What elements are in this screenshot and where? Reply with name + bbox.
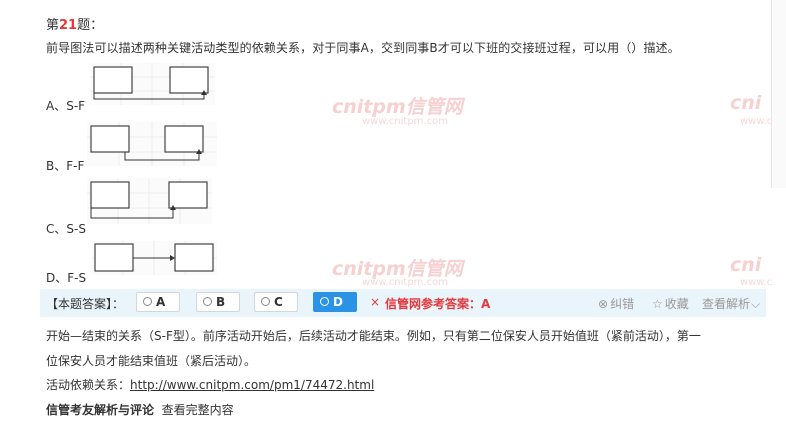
- diagram-ss: [87, 178, 212, 224]
- favorite-label: 收藏: [664, 297, 689, 311]
- related-link-label: 活动依赖关系：: [46, 378, 131, 392]
- reference-answer-label: 信管网参考答案：: [385, 297, 482, 311]
- radio-icon: [203, 297, 212, 306]
- wrong-icon: ×: [370, 295, 381, 309]
- report-error-button[interactable]: ⊗ 纠错: [598, 295, 634, 312]
- answer-bar: 【本题答案】： A B C D × 信管网参考答案：A ⊗ 纠错 ☆ 收藏 查看解析…: [40, 289, 766, 317]
- view-analysis-button[interactable]: 查看解析⌵: [702, 295, 762, 312]
- question-prefix: 第: [46, 18, 60, 33]
- choice-d[interactable]: D: [313, 292, 357, 312]
- watermark-logo-right: cni: [730, 92, 762, 114]
- related-link[interactable]: http://www.cnitpm.com/pm1/74472.html: [130, 378, 374, 392]
- choice-b[interactable]: B: [196, 292, 240, 312]
- explanation-line-1: 开始—结束的关系（S-F型）。前序活动开始后，后续活动才能结束。例如，只有第二位…: [46, 329, 701, 343]
- radio-icon: [261, 297, 270, 306]
- choice-a[interactable]: A: [136, 292, 180, 312]
- question-text: 前导图法可以描述两种关键活动类型的依赖关系，对于同事A，交到同事B才可以下班的交…: [46, 41, 680, 55]
- watermark-logo-right-2: cni: [730, 254, 762, 276]
- choice-c[interactable]: C: [254, 292, 298, 312]
- question-number-value: 21: [59, 18, 78, 33]
- star-icon: ☆: [652, 297, 663, 311]
- radio-icon: [143, 297, 152, 306]
- diagram-sf: [90, 63, 215, 105]
- reference-answer-value: A: [481, 297, 491, 311]
- chevron-down-icon: ⌵: [751, 297, 761, 311]
- report-icon: ⊗: [598, 297, 609, 311]
- choice-a-letter: A: [156, 295, 166, 309]
- diagram-fs: [92, 241, 217, 275]
- choice-b-letter: B: [216, 295, 226, 309]
- watermark-logo: cnitpm信管网: [332, 96, 463, 118]
- option-b-label: B、F-F: [46, 159, 85, 173]
- watermark-url: www.cnitpm.com: [362, 116, 448, 127]
- watermark-url-right: www.c: [740, 116, 773, 127]
- option-c-label: C、S-S: [46, 222, 86, 236]
- scrollbar-rail[interactable]: [771, 0, 786, 188]
- question-number: 第21题：: [46, 14, 103, 33]
- watermark-url-2: www.cnitpm.com: [362, 277, 448, 288]
- related-link-row: 活动依赖关系：http://www.cnitpm.com/pm1/74472.h…: [46, 376, 374, 393]
- discussion-title: 信管考友解析与评论: [46, 403, 155, 417]
- radio-icon: [320, 297, 329, 306]
- choice-c-letter: C: [274, 295, 283, 309]
- answer-bar-title: 【本题答案】：: [46, 297, 125, 311]
- reference-answer: 信管网参考答案：A: [385, 295, 490, 312]
- view-analysis-label: 查看解析: [702, 297, 751, 311]
- view-full-content-link[interactable]: 查看完整内容: [162, 403, 234, 417]
- discussion-row: 信管考友解析与评论 查看完整内容: [46, 401, 234, 418]
- question-suffix: 题：: [77, 18, 104, 33]
- diagram-ff: [87, 122, 217, 166]
- watermark-url-right-2: www.c: [740, 277, 773, 288]
- report-error-label: 纠错: [610, 297, 635, 311]
- option-a-label: A、S-F: [46, 99, 86, 113]
- explanation-line-2: 位保安人员才能结束值班（紧后活动）。: [46, 354, 257, 368]
- favorite-button[interactable]: ☆ 收藏: [652, 295, 689, 312]
- option-d-label: D、F-S: [46, 271, 87, 285]
- choice-d-letter: D: [333, 295, 343, 309]
